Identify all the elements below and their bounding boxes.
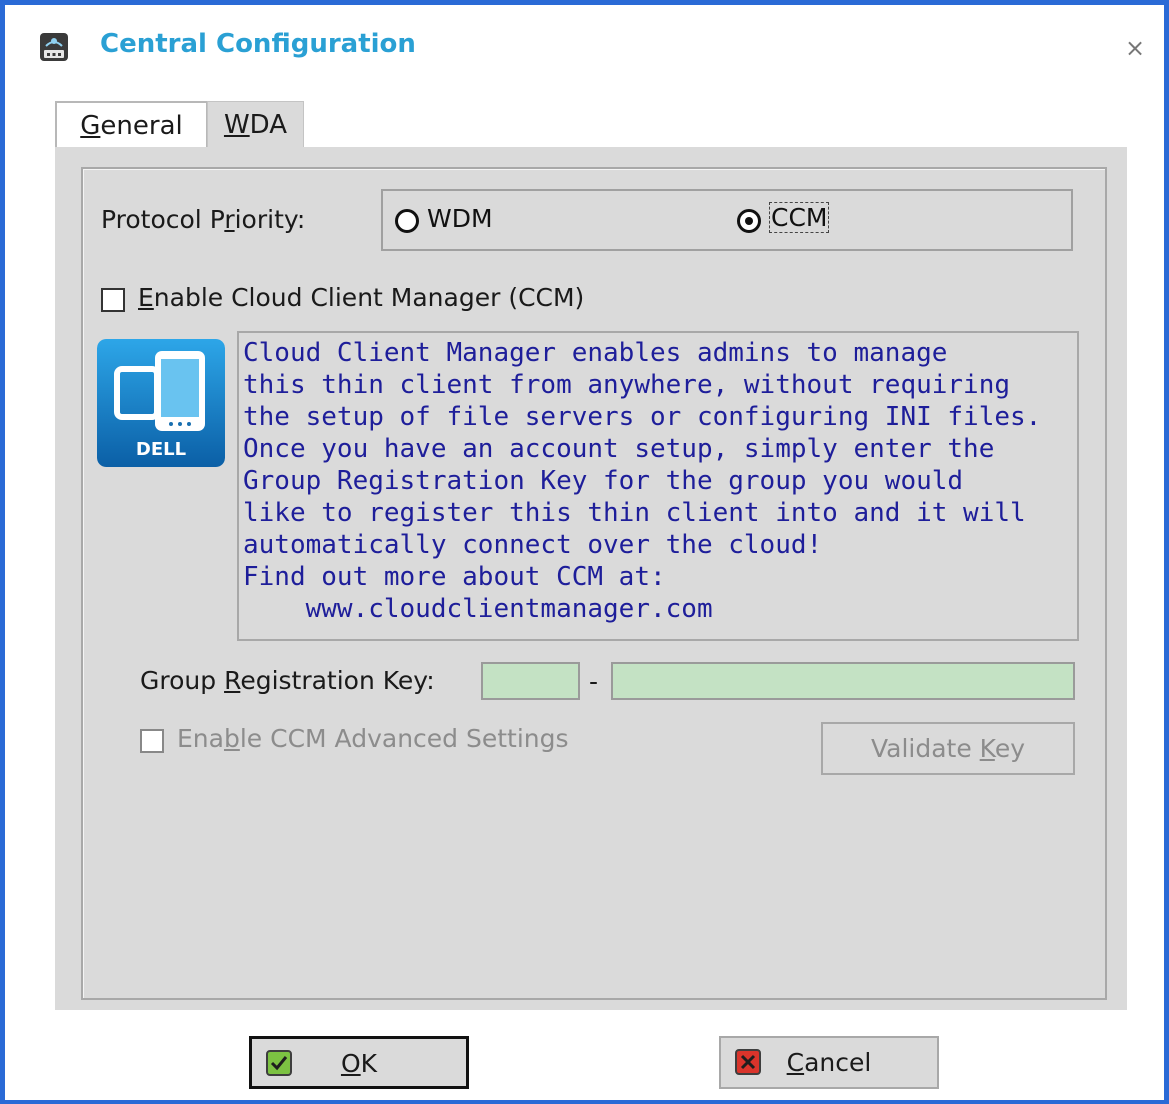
devices-icon: DELL [97, 339, 225, 467]
checkmark-icon [266, 1050, 292, 1076]
advanced-settings-checkbox[interactable] [140, 729, 164, 753]
tab-wda-mnemonic: W [223, 110, 250, 140]
radio-wdm[interactable] [395, 209, 419, 233]
radio-wdm-label[interactable]: WDM [427, 204, 493, 233]
ok-label: K [360, 1049, 378, 1078]
tab-general[interactable]: General [55, 101, 208, 149]
group-key-prefix-input[interactable] [481, 662, 580, 700]
protocol-priority-group: WDM CCM [381, 189, 1073, 251]
tab-wda[interactable]: WDA [207, 101, 304, 149]
radio-ccm-label[interactable]: CCM [769, 202, 830, 233]
central-configuration-dialog: Central Configuration × General WDA Prot… [0, 0, 1169, 1104]
enable-ccm-checkbox[interactable] [101, 288, 125, 312]
info-line-9: www.cloudclientmanager.com [243, 594, 713, 624]
advanced-settings-label[interactable]: Enable CCM Advanced Settings [177, 724, 569, 753]
tab-general-label: eneral [100, 111, 183, 141]
info-line-6: like to register this thin client into a… [243, 498, 1026, 528]
wda-tab-panel: Protocol Priority: WDM CCM Enable Cloud … [55, 147, 1127, 1010]
info-line-8: Find out more about CCM at: [243, 562, 666, 592]
ok-mnemonic: O [340, 1049, 361, 1078]
wda-settings-frame: Protocol Priority: WDM CCM Enable Cloud … [81, 167, 1107, 1000]
x-icon [735, 1049, 761, 1075]
network-icon [40, 33, 68, 61]
tab-general-mnemonic: G [80, 111, 101, 141]
group-key-separator: - [589, 667, 599, 696]
cancel-label: ancel [804, 1048, 872, 1077]
title-bar: Central Configuration × [5, 5, 1164, 95]
info-line-3: the setup of file servers or configuring… [243, 402, 1042, 432]
validate-key-button[interactable]: Validate Key [821, 722, 1075, 775]
dell-logo-text: DELL [136, 439, 186, 460]
cancel-button[interactable]: Cancel [719, 1036, 939, 1089]
info-line-2: this thin client from anywhere, without … [243, 370, 1011, 400]
cancel-mnemonic: C [786, 1048, 805, 1077]
radio-ccm[interactable] [737, 209, 761, 233]
tab-wda-label: DA [249, 110, 288, 140]
window-title: Central Configuration [100, 29, 416, 59]
protocol-priority-label: Protocol Priority: [101, 205, 306, 234]
group-key-input[interactable] [611, 662, 1075, 700]
info-line-4: Once you have an account setup, simply e… [243, 434, 995, 464]
ccm-info-text: Cloud Client Manager enables admins to m… [237, 331, 1079, 641]
info-line-5: Group Registration Key for the group you… [243, 466, 964, 496]
group-registration-key-label: Group Registration Key: [140, 666, 435, 695]
ok-button[interactable]: OK [249, 1036, 469, 1089]
close-icon[interactable]: × [1122, 35, 1148, 61]
info-line-1: Cloud Client Manager enables admins to m… [243, 338, 948, 368]
radio-ccm-selected-dot [745, 217, 753, 225]
info-line-7: automatically connect over the cloud! [243, 530, 823, 560]
enable-ccm-label[interactable]: Enable Cloud Client Manager (CCM) [138, 283, 584, 312]
